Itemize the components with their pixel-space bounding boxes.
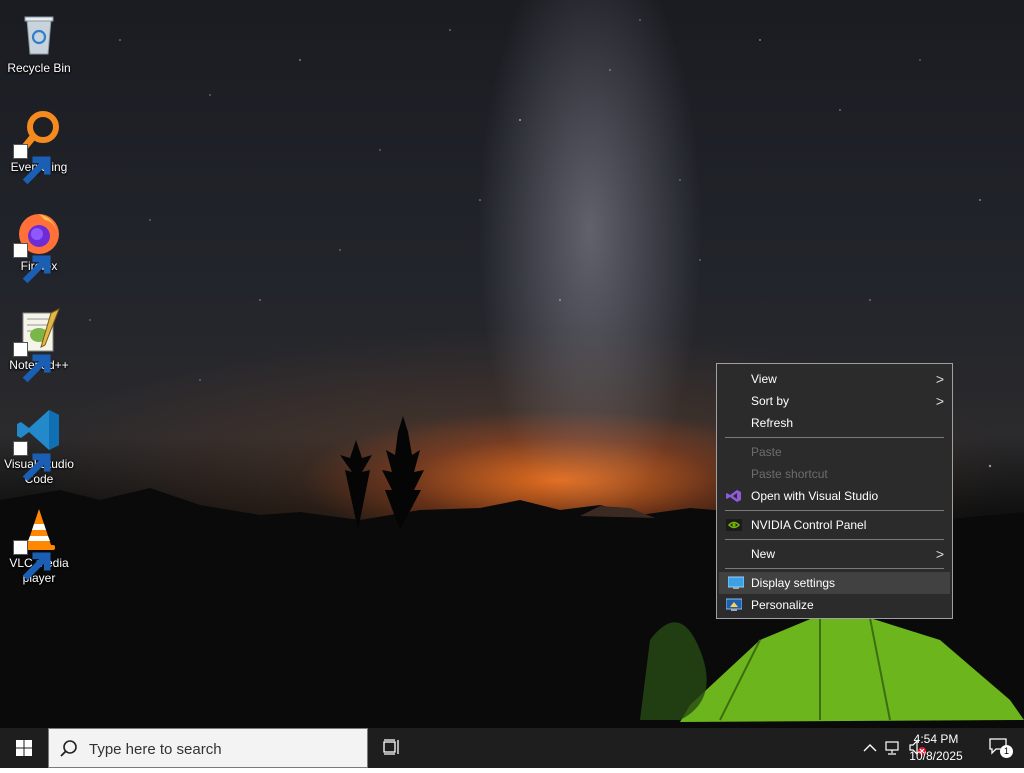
clock-date: 10/8/2025	[909, 749, 963, 763]
menu-item-display-settings[interactable]: Display settings	[719, 572, 950, 594]
search-icon	[60, 740, 77, 757]
menu-separator	[725, 539, 944, 540]
desktop-context-menu: View > Sort by > Refresh Paste Paste sho…	[716, 363, 953, 619]
system-tray: 4:54 PM 10/8/2025 1	[824, 728, 1024, 768]
firefox-icon	[13, 208, 63, 284]
taskbar: Type here to search 4:54 PM 10/8/2025 1	[0, 728, 1024, 768]
desktop[interactable]: Recycle Bin Everything Firefox Notepad++…	[0, 0, 1024, 728]
menu-separator	[725, 510, 944, 511]
menu-item-label: Refresh	[751, 416, 794, 430]
chevron-right-icon: >	[935, 546, 944, 562]
menu-item-label: View	[751, 372, 777, 386]
action-center-button[interactable]: 1	[988, 736, 1014, 760]
menu-item-label: New	[751, 547, 776, 561]
menu-item-label: Paste shortcut	[751, 467, 828, 481]
notepad-plus-plus-icon	[13, 307, 63, 383]
menu-item-label: Paste	[751, 445, 782, 459]
everything-search-icon	[13, 109, 63, 185]
notification-count-badge: 1	[1000, 745, 1013, 758]
desktop-icon-firefox[interactable]: Firefox	[2, 202, 76, 284]
nvidia-icon	[726, 519, 742, 531]
menu-item-sort-by[interactable]: Sort by >	[717, 390, 952, 412]
menu-separator	[725, 568, 944, 569]
desktop-icon-vscode[interactable]: Visual Studio Code	[2, 400, 76, 487]
visual-studio-icon	[726, 490, 741, 502]
desktop-icon-notepad-plus-plus[interactable]: Notepad++	[2, 301, 76, 383]
windows-logo-icon	[16, 740, 32, 756]
desktop-icon-vlc[interactable]: VLC media player	[2, 499, 76, 586]
menu-item-label: Sort by	[751, 394, 790, 408]
menu-item-label: Display settings	[751, 576, 836, 590]
shortcut-arrow-icon	[13, 540, 51, 581]
search-box[interactable]: Type here to search	[48, 728, 368, 768]
search-placeholder: Type here to search	[89, 741, 222, 758]
vscode-icon	[13, 406, 63, 482]
menu-item-nvidia-control-panel[interactable]: NVIDIA Control Panel	[717, 514, 952, 536]
desktop-icon-recycle-bin[interactable]: Recycle Bin	[2, 4, 76, 76]
personalize-icon	[726, 598, 742, 611]
menu-item-label: Open with Visual Studio	[751, 489, 879, 503]
menu-item-new[interactable]: New >	[717, 543, 952, 565]
shortcut-arrow-icon	[13, 342, 51, 383]
vlc-icon	[13, 505, 63, 581]
network-icon[interactable]	[884, 739, 902, 757]
chevron-right-icon: >	[935, 371, 944, 387]
chevron-right-icon: >	[935, 393, 944, 409]
desktop-icon-everything[interactable]: Everything	[2, 103, 76, 185]
shortcut-arrow-icon	[13, 144, 51, 185]
task-view-icon	[383, 739, 399, 755]
start-button[interactable]	[0, 728, 48, 768]
shortcut-arrow-icon	[13, 441, 51, 482]
display-icon	[728, 576, 744, 589]
menu-item-view[interactable]: View >	[717, 368, 952, 390]
menu-item-paste[interactable]: Paste	[717, 441, 952, 463]
clock-time: 4:54 PM	[913, 732, 959, 746]
clock[interactable]: 4:54 PM 10/8/2025	[906, 731, 966, 765]
shortcut-arrow-icon	[13, 243, 51, 284]
menu-separator	[725, 437, 944, 438]
menu-item-refresh[interactable]: Refresh	[717, 412, 952, 434]
menu-item-label: NVIDIA Control Panel	[751, 518, 867, 532]
chevron-up-icon[interactable]	[862, 740, 878, 756]
menu-item-label: Personalize	[751, 598, 814, 612]
desktop-icon-label: Recycle Bin	[7, 61, 71, 75]
menu-item-personalize[interactable]: Personalize	[717, 594, 952, 616]
menu-item-open-with-visual-studio[interactable]: Open with Visual Studio	[717, 485, 952, 507]
task-view-button[interactable]	[370, 728, 414, 768]
recycle-bin-icon	[15, 10, 63, 58]
menu-item-paste-shortcut[interactable]: Paste shortcut	[717, 463, 952, 485]
